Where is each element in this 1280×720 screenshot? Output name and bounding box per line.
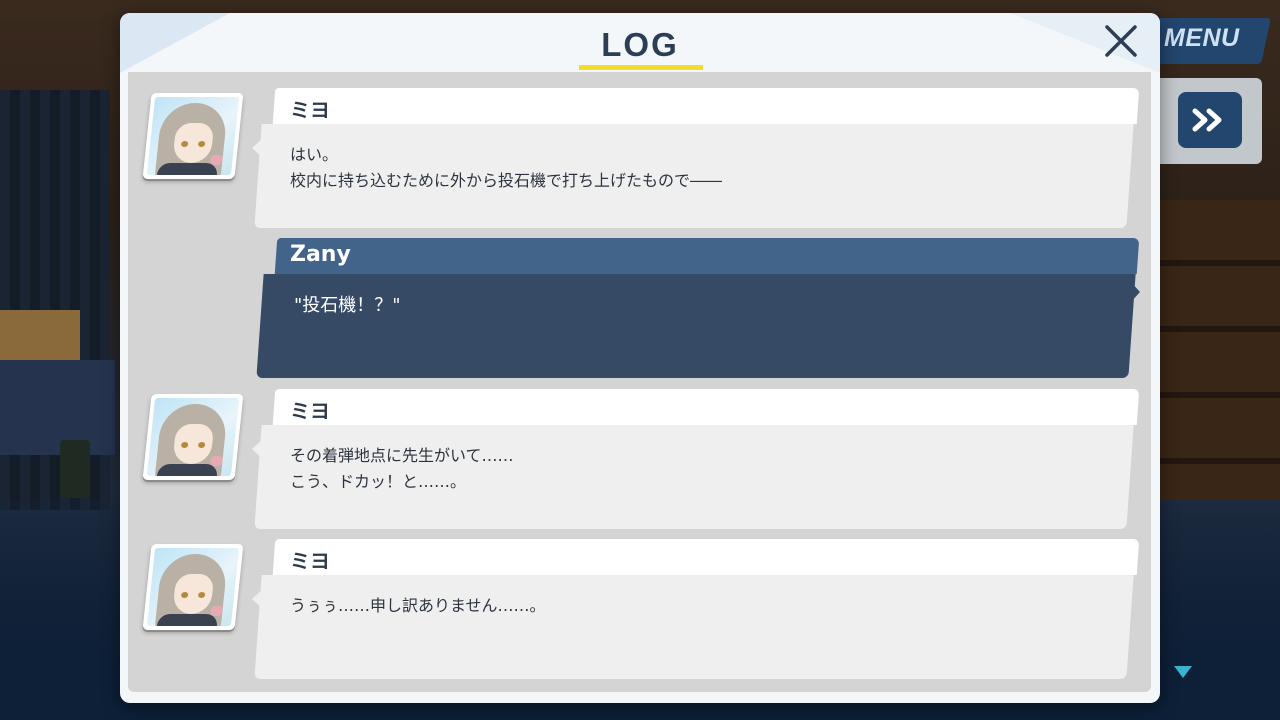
- message-bubble: [254, 575, 1134, 679]
- background-crate: [0, 360, 115, 455]
- message-line: こう、ドカッ！と……。: [290, 472, 467, 491]
- bubble-pointer: [252, 438, 264, 460]
- title-underline: [579, 65, 703, 70]
- bubble-pointer: [252, 588, 264, 610]
- background-bookshelf: [1160, 200, 1280, 500]
- message-line: はい。: [290, 145, 339, 164]
- fast-forward-button[interactable]: [1178, 92, 1242, 148]
- avatar: [142, 93, 244, 179]
- speaker-name: Zany: [290, 242, 351, 267]
- message-line: "投石機！？": [294, 295, 401, 316]
- speaker-name: ミヨ: [290, 549, 330, 573]
- avatar: [142, 394, 244, 480]
- message-bubble: [256, 274, 1136, 378]
- speaker-name-bar: [274, 238, 1140, 274]
- close-icon: [1105, 25, 1137, 57]
- log-dialog: LOG ミヨ はい。 校内に持ち込むために外から投石機で打ち上げたもので―― Z…: [120, 13, 1160, 703]
- message-line: その着弾地点に先生がいて……: [290, 446, 514, 465]
- speaker-name-bar: [272, 539, 1140, 575]
- log-list[interactable]: ミヨ はい。 校内に持ち込むために外から投石機で打ち上げたもので―― Zany …: [128, 72, 1151, 692]
- log-title: LOG: [601, 26, 679, 63]
- bubble-pointer: [1130, 281, 1140, 303]
- close-button[interactable]: [1102, 22, 1140, 60]
- speaker-name-bar: [272, 88, 1140, 124]
- bubble-pointer: [252, 137, 264, 159]
- speaker-name: ミヨ: [290, 98, 330, 122]
- scroll-down-arrow-icon[interactable]: [1174, 666, 1192, 678]
- message-line: うぅぅ……申し訳ありません……。: [290, 596, 546, 615]
- fast-forward-icon: [1192, 108, 1222, 132]
- background-can: [60, 440, 90, 498]
- speaker-name: ミヨ: [290, 399, 330, 423]
- background-cardboard-box: [0, 310, 80, 365]
- speaker-name-bar: [272, 389, 1140, 425]
- message-line: 校内に持ち込むために外から投石機で打ち上げたもので――: [290, 171, 723, 190]
- menu-button-label[interactable]: MENU: [1164, 24, 1240, 53]
- avatar: [142, 544, 244, 630]
